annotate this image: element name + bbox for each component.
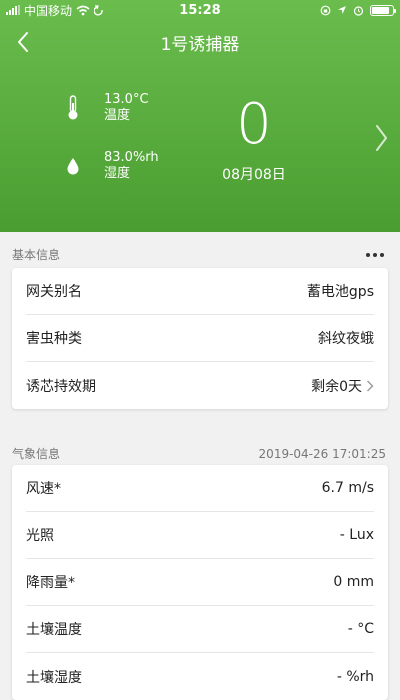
list-item: 土壤温度 - °C <box>26 606 374 653</box>
row-value: 0 mm <box>333 574 374 590</box>
temperature-label: 温度 <box>104 108 131 123</box>
chevron-right-icon <box>367 380 374 391</box>
status-time: 15:28 <box>179 2 221 18</box>
list-item: 光照 - Lux <box>26 512 374 559</box>
list-item: 土壤湿度 - %rh <box>26 653 374 700</box>
list-item: 网关别名 蓄电池gps <box>26 268 374 315</box>
weather-info-card: 风速* 6.7 m/s 光照 - Lux 降雨量* 0 mm 土壤温度 - °C… <box>12 465 388 700</box>
row-label: 风速* <box>26 481 61 497</box>
humidity-metric: 83.0%rh 湿度 <box>62 150 159 182</box>
next-button[interactable] <box>370 120 392 156</box>
page-title: 1号诱捕器 <box>160 35 240 55</box>
row-value: - Lux <box>339 527 374 543</box>
humidity-value: 83.0%rh <box>104 150 159 165</box>
row-label: 诱芯持效期 <box>26 378 96 395</box>
row-value: 剩余0天 <box>311 378 362 395</box>
trap-count: 0 <box>236 92 272 157</box>
lure-validity-row[interactable]: 诱芯持效期 剩余0天 <box>26 362 374 409</box>
weather-info-title: 气象信息 <box>12 447 61 461</box>
row-label: 害虫种类 <box>26 331 82 347</box>
list-item: 害虫种类 斜纹夜蛾 <box>26 315 374 362</box>
chevron-right-icon <box>376 125 387 151</box>
row-label: 光照 <box>26 528 54 544</box>
basic-info-title: 基本信息 <box>12 248 61 262</box>
row-value: 蓄电池gps <box>306 284 374 300</box>
basic-info-header: 基本信息 <box>12 246 386 263</box>
count-date: 08月08日 <box>222 167 286 183</box>
droplet-icon <box>67 158 79 175</box>
weather-timestamp: 2019-04-26 17:01:25 <box>258 446 386 461</box>
weather-info-header: 气象信息 2019-04-26 17:01:25 <box>12 445 386 462</box>
list-item: 降雨量* 0 mm <box>26 559 374 606</box>
row-value: - %rh <box>336 668 374 685</box>
temperature-value: 13.0°C <box>104 92 149 107</box>
humidity-label: 湿度 <box>104 166 131 181</box>
row-label: 土壤湿度 <box>26 669 82 686</box>
more-button[interactable] <box>364 249 386 261</box>
header-hero: 中国移动 15:28 1号诱捕器 13.0°C 温度 83.0%rh 湿度 0 … <box>0 0 400 232</box>
temperature-metric: 13.0°C 温度 <box>62 92 149 124</box>
status-bar: 中国移动 15:28 <box>0 0 400 20</box>
row-value: 6.7 m/s <box>321 480 374 496</box>
row-value: 斜纹夜蛾 <box>318 331 374 347</box>
list-item: 风速* 6.7 m/s <box>26 465 374 512</box>
battery-icon <box>370 4 396 16</box>
row-label: 降雨量* <box>26 575 75 591</box>
thermometer-icon <box>68 95 78 120</box>
row-label: 网关别名 <box>26 284 82 300</box>
row-label: 土壤温度 <box>26 622 82 638</box>
nav-bar: 1号诱捕器 <box>0 22 400 62</box>
basic-info-card: 网关别名 蓄电池gps 害虫种类 斜纹夜蛾 诱芯持效期 剩余0天 <box>12 268 388 409</box>
row-value: - °C <box>347 621 374 637</box>
ellipsis-icon <box>366 252 384 257</box>
